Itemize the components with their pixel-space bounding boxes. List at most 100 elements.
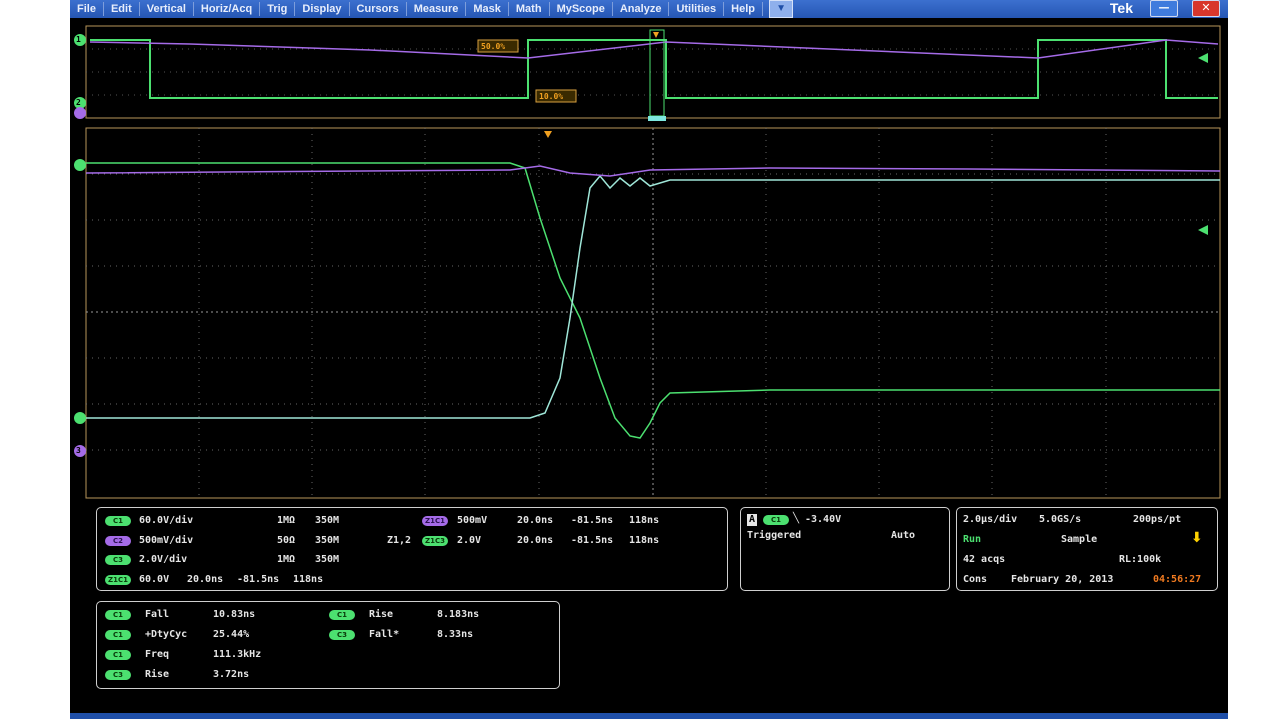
- meas5-name: Rise: [369, 609, 394, 620]
- ch1-impedance: 1MΩ: [277, 515, 296, 526]
- trigger-level: -3.40V: [805, 514, 842, 525]
- menu-math[interactable]: Math: [509, 2, 550, 16]
- ch3-marker-label: 3: [76, 446, 81, 455]
- zoom-label: Z1,2: [387, 535, 412, 546]
- trigger-mode: Auto: [891, 530, 916, 541]
- sample-rate: 5.0GS/s: [1039, 514, 1082, 525]
- ch2-scale: 500mV/div: [139, 535, 194, 546]
- menu-dropdown-icon[interactable]: ▼: [769, 0, 794, 18]
- ch3-scale: 2.0V/div: [139, 554, 188, 565]
- zoom-ch3-offset: -81.5ns: [571, 535, 614, 546]
- ch2-chip[interactable]: C2: [105, 536, 131, 546]
- timebase: 2.0µs/div: [963, 514, 1018, 525]
- graticule: [74, 25, 1221, 499]
- overview-marker-b-label: 10.0%: [539, 92, 564, 101]
- menu-analyze[interactable]: Analyze: [613, 2, 670, 16]
- meas5-value: 8.183ns: [437, 609, 480, 620]
- overview-ch1-level-arrow: [1198, 53, 1208, 63]
- zoom-ch2-scale: 500mV: [457, 515, 488, 526]
- menu-help[interactable]: Help: [724, 2, 764, 16]
- record-length: RL:100k: [1119, 554, 1162, 565]
- cons-label: Cons: [963, 574, 988, 585]
- close-button[interactable]: ✕: [1192, 0, 1220, 17]
- ch3-impedance: 1MΩ: [277, 554, 296, 565]
- zoom-ch3-scale: 2.0V: [457, 535, 482, 546]
- zoom-ch3-length: 118ns: [629, 535, 660, 546]
- acquisition-box[interactable]: 2.0µs/div 5.0GS/s 200ps/pt Run Sample ⬇ …: [956, 507, 1218, 591]
- ch1-chip[interactable]: C1: [105, 516, 131, 526]
- oscilloscope-app: File Edit Vertical Horiz/Acq Trig Displa…: [70, 0, 1228, 719]
- zoom-ch1-length: 118ns: [293, 574, 324, 585]
- meas2-value: 25.44%: [213, 629, 250, 640]
- menu-cursors[interactable]: Cursors: [350, 2, 407, 16]
- zoom-ch1-scale: 60.0V: [139, 574, 170, 585]
- meas3-chip[interactable]: C1: [105, 650, 131, 660]
- waveform-display[interactable]: 1 2 3 50.0% 10.0%: [70, 18, 1228, 503]
- menu-mask[interactable]: Mask: [466, 2, 509, 16]
- zoom-ch2-offset: -81.5ns: [571, 515, 614, 526]
- falling-edge-icon: ╲: [793, 513, 800, 524]
- date: February 20, 2013: [1011, 574, 1114, 585]
- meas6-value: 8.33ns: [437, 629, 474, 640]
- overview-ch1-trace: [90, 39, 1218, 99]
- main-ch1-level-arrow: [1198, 225, 1208, 235]
- ch2-impedance: 50Ω: [277, 535, 296, 546]
- menu-myscope[interactable]: MyScope: [550, 2, 613, 16]
- meas2-chip[interactable]: C1: [105, 630, 131, 640]
- status-area: C1 60.0V/div 1MΩ 350M C2 500mV/div 50Ω 3…: [70, 503, 1228, 713]
- menu-file[interactable]: File: [70, 2, 104, 16]
- ch1-scale: 60.0V/div: [139, 515, 194, 526]
- menu-horiz-acq[interactable]: Horiz/Acq: [194, 2, 261, 16]
- acq-mode: Sample: [1061, 534, 1098, 545]
- ch1-marker-label: 1: [76, 35, 81, 44]
- menu-measure[interactable]: Measure: [407, 2, 467, 16]
- ch3-trace: [86, 174, 1220, 419]
- meas5-chip[interactable]: C1: [329, 610, 355, 620]
- brand-logo: Tek: [1109, 0, 1133, 16]
- zoom-ch2-length: 118ns: [629, 515, 660, 526]
- zoom-ch1-offset: -81.5ns: [237, 574, 280, 585]
- overview-trigger-marker: [653, 32, 659, 38]
- ch2-bandwidth: 350M: [315, 535, 340, 546]
- menu-trig[interactable]: Trig: [260, 2, 296, 16]
- zoom-ch3-chip[interactable]: Z1C3: [422, 536, 448, 546]
- zoom-ch1-chip[interactable]: Z1C1: [105, 575, 131, 585]
- meas3-value: 111.3kHz: [213, 649, 262, 660]
- time: 04:56:27: [1153, 574, 1202, 585]
- overview-ch2-trace: [89, 39, 1219, 59]
- meas4-value: 3.72ns: [213, 669, 250, 680]
- meas1-name: Fall: [145, 609, 170, 620]
- minimize-button[interactable]: —: [1150, 0, 1178, 17]
- zoom-position-marker: [648, 116, 666, 121]
- measurements-box[interactable]: C1 Fall 10.83ns C1 +DtyCyc 25.44% C1 Fre…: [96, 601, 560, 689]
- meas6-chip[interactable]: C3: [329, 630, 355, 640]
- trigger-source-a: A: [747, 514, 758, 526]
- menu-edit[interactable]: Edit: [104, 2, 140, 16]
- run-state: Run: [963, 534, 982, 545]
- meas1-chip[interactable]: C1: [105, 610, 131, 620]
- meas4-name: Rise: [145, 669, 170, 680]
- trigger-box[interactable]: A C1 ╲ -3.40V Triggered Auto: [740, 507, 950, 591]
- acq-count: 42 acqs: [963, 554, 1006, 565]
- menu-utilities[interactable]: Utilities: [669, 2, 725, 16]
- ch2-marker-label: 2: [76, 98, 81, 107]
- menu-bar: File Edit Vertical Horiz/Acq Trig Displa…: [70, 0, 1228, 18]
- resolution: 200ps/pt: [1133, 514, 1182, 525]
- zoom-ch2-pos: 20.0ns: [517, 515, 554, 526]
- zoom-ch2-chip[interactable]: Z1C1: [422, 516, 448, 526]
- vertical-settings-box[interactable]: C1 60.0V/div 1MΩ 350M C2 500mV/div 50Ω 3…: [96, 507, 728, 591]
- meas6-name: Fall*: [369, 629, 400, 640]
- meas2-name: +DtyCyc: [145, 629, 188, 640]
- menu-vertical[interactable]: Vertical: [140, 2, 194, 16]
- overview-marker-a-label: 50.0%: [481, 42, 506, 51]
- ch1-bandwidth: 350M: [315, 515, 340, 526]
- meas4-chip[interactable]: C3: [105, 670, 131, 680]
- ch3-chip[interactable]: C3: [105, 555, 131, 565]
- zoom-ch1-pos: 20.0ns: [187, 574, 224, 585]
- run-arrow-icon: ⬇: [1191, 530, 1203, 546]
- meas3-name: Freq: [145, 649, 170, 660]
- trigger-position-marker: [544, 131, 552, 138]
- menu-display[interactable]: Display: [295, 2, 350, 16]
- meas1-value: 10.83ns: [213, 609, 256, 620]
- trigger-channel-chip[interactable]: C1: [763, 515, 789, 525]
